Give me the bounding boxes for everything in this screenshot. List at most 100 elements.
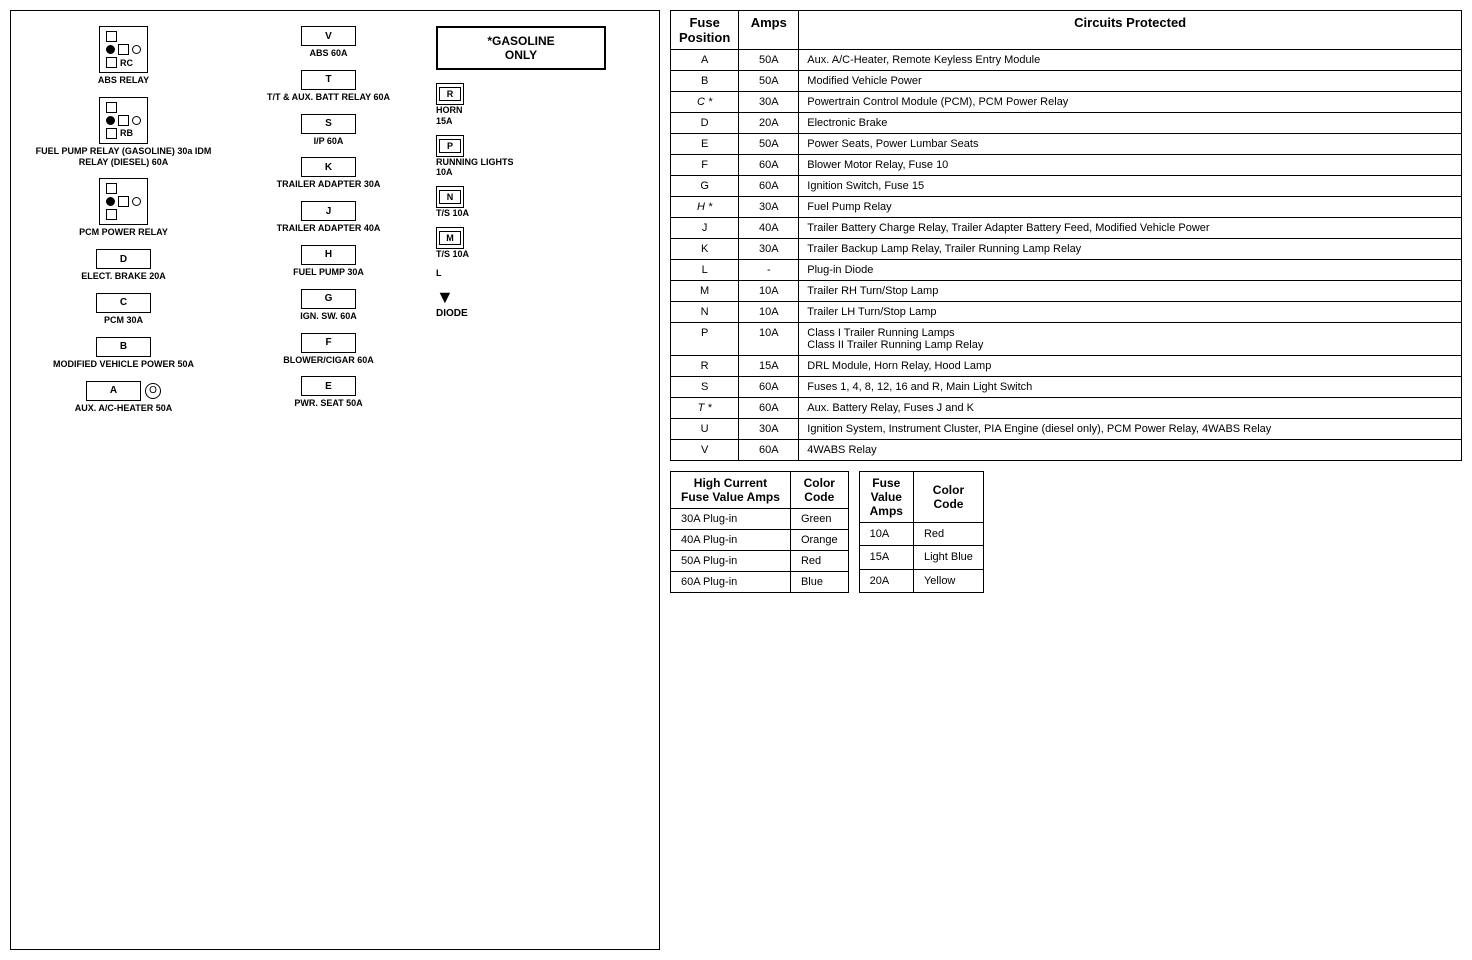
fuse-amps-cell: 30A — [739, 197, 799, 218]
fv-color-cell: Yellow — [913, 569, 983, 592]
abs-60a-component: V ABS 60A — [231, 26, 426, 59]
table-row: B 50A Modified Vehicle Power — [671, 71, 1462, 92]
fuse-position-cell: N — [671, 302, 739, 323]
tt-batt-component: T T/T & AUX. BATT RELAY 60A — [231, 70, 426, 103]
elect-brake-label: ELECT. BRAKE 20A — [81, 271, 166, 282]
table-row: D 20A Electronic Brake — [671, 113, 1462, 134]
left-column: RC ABS RELAY — [21, 21, 226, 921]
mod-vehicle-fuse: B — [96, 337, 151, 357]
header-fuse: Fuse — [679, 15, 730, 30]
hc-header-color: ColorCode — [790, 472, 848, 509]
list-item: 20A Yellow — [859, 569, 983, 592]
fuse-amps-cell: 15A — [739, 356, 799, 377]
running-lights-connector-item: P RUNNING LIGHTS10A — [436, 135, 606, 179]
blower-cigar-fuse: F — [301, 333, 356, 353]
fuse-amps-cell: 60A — [739, 155, 799, 176]
fuse-position-cell: G — [671, 176, 739, 197]
hc-header-amps: High CurrentFuse Value Amps — [671, 472, 791, 509]
table-row: F 60A Blower Motor Relay, Fuse 10 — [671, 155, 1462, 176]
ip-60a-component: S I/P 60A — [231, 114, 426, 147]
fuse-circuits-cell: Fuses 1, 4, 8, 12, 16 and R, Main Light … — [799, 377, 1462, 398]
abs-relay-component: RC ABS RELAY — [26, 26, 221, 86]
header-amps: Amps — [739, 11, 799, 50]
hc-color-cell: Green — [790, 509, 848, 530]
fuse-position-cell: V — [671, 440, 739, 461]
rb-label: RB — [120, 128, 133, 138]
hc-amps-cell: 30A Plug-in — [671, 509, 791, 530]
running-lights-pin-p: P — [439, 139, 461, 153]
ign-sw-label: IGN. SW. 60A — [300, 311, 357, 322]
table-section: Fuse Position Amps Circuits Protected A … — [670, 10, 1462, 950]
table-row: G 60A Ignition Switch, Fuse 15 — [671, 176, 1462, 197]
fuse-circuits-cell: Ignition System, Instrument Cluster, PIA… — [799, 419, 1462, 440]
fuse-circuits-cell: Power Seats, Power Lumbar Seats — [799, 134, 1462, 155]
fv-color-cell: Red — [913, 523, 983, 546]
relay-square-2 — [118, 44, 129, 55]
diode-item: ▼ DIODE — [436, 287, 606, 319]
fuse-position-cell: F — [671, 155, 739, 176]
fv-amps-cell: 20A — [859, 569, 913, 592]
fuse-position-cell: U — [671, 419, 739, 440]
horn-connector-item: R HORN15A — [436, 83, 606, 127]
table-row: A 50A Aux. A/C-Heater, Remote Keyless En… — [671, 50, 1462, 71]
horn-label: HORN15A — [436, 105, 463, 127]
fuse-circuits-cell: 4WABS Relay — [799, 440, 1462, 461]
fuse-position-cell: E — [671, 134, 739, 155]
fuse-circuits-cell: Aux. Battery Relay, Fuses J and K — [799, 398, 1462, 419]
relay-circle-empty-1 — [132, 45, 141, 54]
hc-amps-cell: 40A Plug-in — [671, 530, 791, 551]
o-circle: O — [145, 383, 161, 399]
ts-m-connector-box: M — [436, 227, 464, 249]
fuse-table: Fuse Position Amps Circuits Protected A … — [670, 10, 1462, 461]
fuse-amps-cell: 10A — [739, 281, 799, 302]
elect-brake-fuse: D — [96, 249, 151, 269]
table-row: S 60A Fuses 1, 4, 8, 12, 16 and R, Main … — [671, 377, 1462, 398]
table-row: N 10A Trailer LH Turn/Stop Lamp — [671, 302, 1462, 323]
fuse-circuits-cell: Fuel Pump Relay — [799, 197, 1462, 218]
trailer-adapter-40a-fuse: J — [301, 201, 356, 221]
pcm-30a-fuse: C — [96, 293, 151, 313]
pwr-seat-component: E PWR. SEAT 50A — [231, 376, 426, 409]
fuse-circuits-cell: Trailer RH Turn/Stop Lamp — [799, 281, 1462, 302]
relay-square-1 — [106, 31, 117, 42]
fuse-circuits-cell: Modified Vehicle Power — [799, 71, 1462, 92]
fuse-position-cell: C * — [671, 92, 739, 113]
l-connector-label: L — [436, 268, 442, 279]
ts-10a-n-connector-item: N T/S 10A — [436, 186, 606, 219]
hc-amps-cell: 60A Plug-in — [671, 572, 791, 593]
fuel-pump-relay-graphic: RB — [99, 97, 148, 144]
fuse-position-cell: R — [671, 356, 739, 377]
fuel-pump-30a-component: H FUEL PUMP 30A — [231, 245, 426, 278]
tt-batt-fuse: T — [301, 70, 356, 90]
hc-color-cell: Orange — [790, 530, 848, 551]
fuse-circuits-cell: Electronic Brake — [799, 113, 1462, 134]
fuse-circuits-cell: Aux. A/C-Heater, Remote Keyless Entry Mo… — [799, 50, 1462, 71]
fv-header-amps: FuseValueAmps — [859, 472, 913, 523]
table-row: T * 60A Aux. Battery Relay, Fuses J and … — [671, 398, 1462, 419]
fuse-position-cell: K — [671, 239, 739, 260]
abs-relay-graphic: RC — [99, 26, 148, 73]
horn-pin-r: R — [439, 87, 461, 101]
fuse-amps-cell: 30A — [739, 92, 799, 113]
list-item: 30A Plug-in Green — [671, 509, 849, 530]
trailer-adapter-30a-label: TRAILER ADAPTER 30A — [277, 179, 381, 190]
fuse-circuits-cell: Powertrain Control Module (PCM), PCM Pow… — [799, 92, 1462, 113]
ip-60a-fuse: S — [301, 114, 356, 134]
fuse-amps-cell: 10A — [739, 302, 799, 323]
fuel-pump-30a-label: FUEL PUMP 30A — [293, 267, 364, 278]
fuse-amps-cell: 30A — [739, 239, 799, 260]
pcm-power-relay-component: PCM POWER RELAY — [26, 178, 221, 238]
blower-cigar-component: F BLOWER/CIGAR 60A — [231, 333, 426, 366]
fuse-position-cell: H * — [671, 197, 739, 218]
abs-60a-label: ABS 60A — [309, 48, 347, 59]
fv-amps-cell: 10A — [859, 523, 913, 546]
fv-header-color: ColorCode — [913, 472, 983, 523]
ts-10a-n-label: T/S 10A — [436, 208, 469, 219]
diode-label: DIODE — [436, 308, 468, 319]
trailer-adapter-40a-label: TRAILER ADAPTER 40A — [277, 223, 381, 234]
table-row: V 60A 4WABS Relay — [671, 440, 1462, 461]
main-container: RC ABS RELAY — [0, 0, 1472, 960]
ts-10a-m-label: T/S 10A — [436, 249, 469, 260]
fuse-amps-cell: 50A — [739, 50, 799, 71]
ts-pin-m: M — [439, 231, 461, 245]
